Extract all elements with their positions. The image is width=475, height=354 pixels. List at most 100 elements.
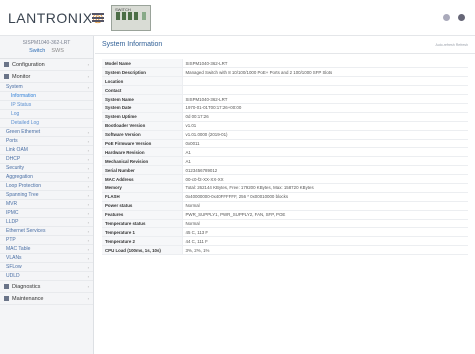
table-row: System Uptime 0d 00:17:26 [102, 112, 468, 122]
info-value: 45 C, 113 F [182, 227, 468, 238]
info-key: Location [102, 76, 183, 87]
sidebar-item-lldp[interactable]: LLDP › [0, 218, 93, 227]
lantronix-logo[interactable]: LANTRONIX® [0, 10, 103, 26]
sidebar-item-label: Information [11, 93, 37, 99]
chevron-right-icon: › [87, 296, 89, 301]
sidebar-item-ipmc[interactable]: IPMC › [0, 209, 93, 218]
sidebar-item-label: Aggregation [6, 174, 33, 180]
sidebar-item-ptp[interactable]: PTP › [0, 236, 93, 245]
table-row: Power status Normal [102, 201, 468, 211]
sidebar-item-mvr[interactable]: MVR › [0, 200, 93, 209]
switch-panel-image[interactable]: SWITCH [111, 4, 151, 31]
sidebar-item-mac-table[interactable]: MAC Table › [0, 245, 93, 254]
info-value: SISPM1040-362-LRT [182, 94, 468, 104]
gear-icon[interactable] [458, 14, 465, 21]
info-key: PoE Firmware Version [102, 139, 183, 149]
menu-section-icon [4, 74, 9, 79]
info-key: Temperature 2 [102, 236, 183, 247]
info-key: System Uptime [102, 112, 183, 122]
table-row: MAC Address 00-c0-f2-XX-XX-XX [102, 174, 468, 184]
save-config-button[interactable]: Switch [29, 48, 45, 54]
refresh-controls[interactable]: Auto-refresh Refresh [436, 43, 469, 47]
chevron-right-icon: › [87, 147, 89, 153]
chevron-right-icon: › [87, 228, 89, 234]
sidebar-item-sflow[interactable]: SFLow › [0, 263, 93, 272]
info-key: Contact [102, 85, 183, 96]
sidebar-item-label: Loop Protection [6, 183, 42, 189]
chevron-right-icon: › [87, 210, 89, 216]
info-value: 0d 00:17:26 [182, 112, 468, 122]
info-key: System Description [102, 67, 183, 78]
sidebar-item-label: PTP [6, 237, 16, 243]
sidebar-item-label: Configuration [12, 61, 45, 68]
info-key: Model Name [102, 59, 183, 69]
table-row: Model Name SISPM1040-362-LRT [102, 59, 468, 69]
table-row: Hardware Revision A1 [102, 147, 468, 158]
info-value [182, 76, 468, 87]
sidebar-item-label: Security [6, 165, 25, 171]
sidebar-item-configuration[interactable]: Configuration › [0, 59, 93, 71]
info-key: Hardware Revision [102, 147, 183, 158]
info-key: Software Version [102, 130, 183, 140]
sidebar-item-ports[interactable]: Ports › [0, 137, 93, 146]
sidebar-item-information[interactable]: Information [0, 92, 93, 101]
sidebar-item-label: IP Status [11, 102, 32, 108]
sidebar-item-dhcp[interactable]: DHCP › [0, 155, 93, 164]
sidebar-item-maintenance[interactable]: Maintenance › [0, 293, 93, 305]
help-icon[interactable] [443, 14, 450, 21]
info-key: System Name [102, 94, 183, 104]
sidebar-item-label: Link OAM [6, 147, 28, 153]
info-value: A1 [182, 147, 468, 158]
sidebar-item-label: Ethernet Services [6, 228, 46, 234]
table-row: Contact [102, 85, 468, 96]
sidebar-item-label: VLANs [6, 255, 22, 261]
table-row: Temperature 1 45 C, 113 F [102, 227, 468, 238]
sidebar-item-system[interactable]: System › [0, 83, 93, 92]
sidebar-item-ethernet-services[interactable]: Ethernet Services › [0, 227, 93, 236]
sidebar-item-vlans[interactable]: VLANs › [0, 254, 93, 263]
sidebar-item-ip-status[interactable]: IP Status [0, 101, 93, 110]
system-info-table: Model Name SISPM1040-362-LRT System Descri… [102, 59, 468, 256]
sidebar-item-udld[interactable]: UDLD › [0, 272, 93, 281]
logo-text: LANTRONIX [8, 9, 93, 26]
chevron-right-icon: › [87, 84, 89, 90]
table-row: System Description Managed Switch with 8 … [102, 67, 468, 78]
sidebar-item-aggregation[interactable]: Aggregation › [0, 173, 93, 182]
sidebar-item-green-ethernet[interactable]: Green Ethernet › [0, 128, 93, 137]
sidebar-item-label: MAC Table [6, 246, 31, 252]
chevron-right-icon: › [87, 74, 89, 79]
table-row: Location [102, 76, 468, 87]
table-row: FLASH 0x40000000-0x40FFFFFF, 256 * 0x0001… [102, 192, 468, 202]
sidebar-item-monitor[interactable]: Monitor › [0, 71, 93, 83]
chevron-right-icon: › [87, 219, 89, 225]
info-key: FLASH [102, 192, 183, 202]
info-key: Power status [102, 201, 183, 211]
save-extra-button[interactable]: SWS [51, 48, 64, 54]
sidebar-item-label: Detailed Log [11, 120, 40, 126]
info-value [182, 85, 468, 96]
table-row: Mechanical Revision A1 [102, 156, 468, 167]
sidebar-item-spanning-tree[interactable]: Spanning Tree › [0, 191, 93, 200]
table-row: Features PWR_SUPPLY1, PWR_SUPPLY2, FAN, S… [102, 210, 468, 220]
sidebar-item-label: Monitor [12, 73, 31, 80]
info-key: Temperature status [102, 219, 183, 229]
sidebar-item-diagnostics[interactable]: Diagnostics › [0, 281, 93, 293]
info-key: Features [102, 210, 183, 220]
sidebar-item-security[interactable]: Security › [0, 164, 93, 173]
info-key: Bootloader Version [102, 121, 183, 131]
info-key: MAC Address [102, 174, 183, 184]
sidebar-item-link-oam[interactable]: Link OAM › [0, 146, 93, 155]
chevron-right-icon: › [87, 246, 89, 252]
menu-toggle-icon[interactable] [92, 13, 104, 22]
sidebar-item-label: Green Ethernet [6, 129, 41, 135]
chevron-right-icon: › [87, 192, 89, 198]
page-title: System Information [102, 41, 163, 48]
sidebar-item-loop-protection[interactable]: Loop Protection › [0, 182, 93, 191]
sidebar-item-detailed-log[interactable]: Detailed Log [0, 119, 93, 128]
menu-section-icon [4, 62, 9, 67]
chevron-right-icon: › [87, 201, 89, 207]
info-value: PWR_SUPPLY1, PWR_SUPPLY2, FAN, SFP, POE [182, 210, 468, 220]
info-value: v1.01.0000 (2019-01) [182, 130, 468, 140]
sidebar-item-log[interactable]: Log [0, 110, 93, 119]
chevron-right-icon: › [87, 264, 89, 270]
